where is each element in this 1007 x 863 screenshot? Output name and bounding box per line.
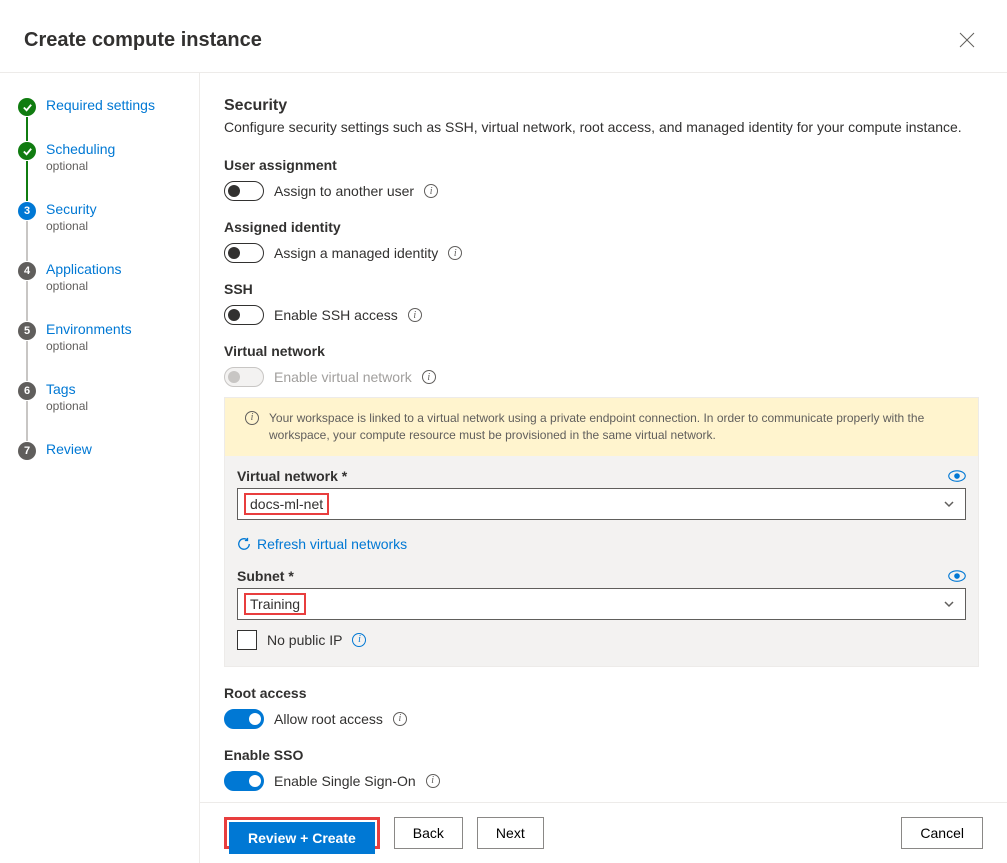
vnet-toggle [224, 367, 264, 387]
wizard-footer: Review + Create Back Next Cancel [200, 802, 1007, 863]
assign-user-toggle[interactable] [224, 181, 264, 201]
step-label: Tags [46, 381, 199, 397]
step-tags[interactable]: 6 Tags optional [18, 381, 199, 441]
step-sublabel: optional [46, 399, 199, 413]
root-access-label: Allow root access [274, 711, 383, 727]
step-number-icon: 4 [18, 262, 36, 280]
step-label: Scheduling [46, 141, 199, 157]
step-scheduling[interactable]: Scheduling optional [18, 141, 199, 201]
ssh-heading: SSH [224, 281, 979, 297]
check-icon [18, 142, 36, 160]
step-environments[interactable]: 5 Environments optional [18, 321, 199, 381]
info-icon[interactable]: i [426, 774, 440, 788]
step-number-icon: 6 [18, 382, 36, 400]
refresh-vnet-link[interactable]: Refresh virtual networks [225, 536, 419, 552]
step-sublabel: optional [46, 279, 199, 293]
info-icon[interactable]: i [352, 633, 366, 647]
back-button[interactable]: Back [394, 817, 463, 849]
info-icon: i [245, 411, 259, 425]
review-create-highlight: Review + Create [224, 817, 380, 849]
next-button[interactable]: Next [477, 817, 544, 849]
dialog-title: Create compute instance [24, 29, 262, 52]
sso-toggle[interactable] [224, 771, 264, 791]
vnet-label: Enable virtual network [274, 369, 412, 385]
preview-icon[interactable] [948, 469, 966, 483]
info-icon[interactable]: i [393, 712, 407, 726]
sso-label: Enable Single Sign-On [274, 773, 416, 789]
info-icon[interactable]: i [408, 308, 422, 322]
dialog-header: Create compute instance [0, 0, 1007, 73]
step-label: Required settings [46, 97, 199, 113]
info-icon[interactable]: i [422, 370, 436, 384]
close-button[interactable] [951, 24, 983, 56]
subnet-value: Training [244, 593, 306, 615]
step-security[interactable]: 3 Security optional [18, 201, 199, 261]
main-panel: Security Configure security settings suc… [200, 73, 1007, 863]
root-access-toggle[interactable] [224, 709, 264, 729]
page-description: Configure security settings such as SSH,… [224, 119, 979, 135]
ssh-toggle[interactable] [224, 305, 264, 325]
vnet-info-banner: i Your workspace is linked to a virtual … [225, 398, 978, 456]
vnet-select[interactable]: docs-ml-net [237, 488, 966, 520]
step-label: Security [46, 201, 199, 217]
subnet-select[interactable]: Training [237, 588, 966, 620]
wizard-sidebar: Required settings Scheduling optional 3 … [0, 73, 200, 863]
info-icon[interactable]: i [424, 184, 438, 198]
refresh-icon [237, 537, 251, 551]
step-number-icon: 5 [18, 322, 36, 340]
ssh-label: Enable SSH access [274, 307, 398, 323]
assign-identity-toggle[interactable] [224, 243, 264, 263]
subnet-field-label: Subnet * [237, 568, 294, 584]
check-icon [18, 98, 36, 116]
review-create-button[interactable]: Review + Create [229, 822, 375, 854]
step-number-icon: 3 [18, 202, 36, 220]
cancel-button[interactable]: Cancel [901, 817, 983, 849]
root-heading: Root access [224, 685, 979, 701]
step-required-settings[interactable]: Required settings [18, 97, 199, 141]
sso-heading: Enable SSO [224, 747, 979, 763]
step-sublabel: optional [46, 159, 199, 173]
step-review[interactable]: 7 Review [18, 441, 199, 481]
info-icon[interactable]: i [448, 246, 462, 260]
close-icon [959, 32, 975, 48]
vnet-panel: i Your workspace is linked to a virtual … [224, 397, 979, 667]
assign-user-label: Assign to another user [274, 183, 414, 199]
step-applications[interactable]: 4 Applications optional [18, 261, 199, 321]
vnet-value: docs-ml-net [244, 493, 329, 515]
vnet-banner-text: Your workspace is linked to a virtual ne… [269, 410, 958, 444]
step-sublabel: optional [46, 339, 199, 353]
step-label: Environments [46, 321, 199, 337]
step-label: Review [46, 441, 199, 457]
vnet-field-label: Virtual network * [237, 468, 347, 484]
assign-identity-label: Assign a managed identity [274, 245, 438, 261]
preview-icon[interactable] [948, 569, 966, 583]
vnet-heading: Virtual network [224, 343, 979, 359]
chevron-down-icon [943, 598, 955, 610]
no-public-ip-checkbox[interactable] [237, 630, 257, 650]
no-public-ip-label: No public IP [267, 632, 342, 648]
step-number-icon: 7 [18, 442, 36, 460]
refresh-vnet-label: Refresh virtual networks [257, 536, 407, 552]
assigned-identity-heading: Assigned identity [224, 219, 979, 235]
page-title: Security [224, 97, 979, 115]
user-assignment-heading: User assignment [224, 157, 979, 173]
chevron-down-icon [943, 498, 955, 510]
step-label: Applications [46, 261, 199, 277]
step-sublabel: optional [46, 219, 199, 233]
